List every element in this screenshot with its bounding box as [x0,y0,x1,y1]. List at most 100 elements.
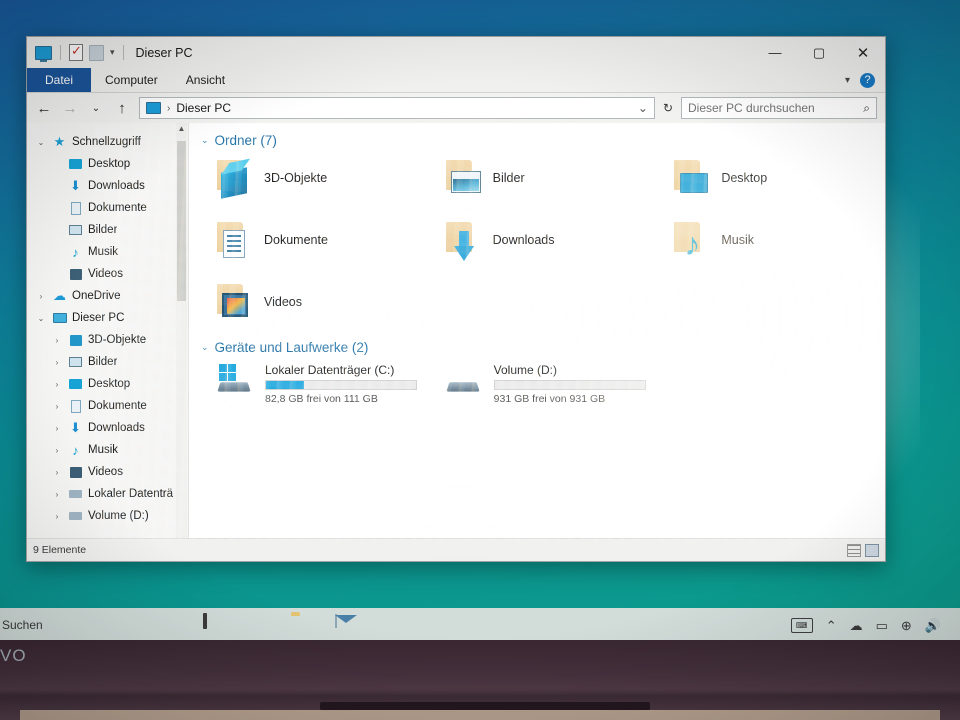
folder-tile[interactable]: Videos [199,278,428,326]
edge-icon[interactable] [247,615,267,635]
folder-tile[interactable]: 3D-Objekte [199,154,428,202]
scrollbar-thumb[interactable] [177,141,186,301]
sidebar-item-dokumente[interactable]: Dokumente⚲ [27,197,188,219]
sidebar-item-bilder[interactable]: › Bilder [27,351,188,373]
onedrive-icon[interactable]: ☁ [850,619,863,632]
sidebar-item-label: Schnellzugriff [72,136,141,148]
video-icon [68,268,83,280]
sidebar-item-schnellzugriff[interactable]: ⌄ ★ Schnellzugriff [27,131,188,153]
toolbar-separator-2 [122,45,124,60]
taskbar-search-label[interactable]: Suchen [2,618,43,632]
sidebar-item-desktop[interactable]: › Desktop [27,373,188,395]
desktop-icon [68,159,83,169]
tree-twisty-icon[interactable]: › [35,292,47,301]
sidebar-item-musik[interactable]: ♪ Musik [27,241,188,263]
battery-icon[interactable]: ▭ [876,619,888,632]
folder-tile[interactable]: ♪ Musik [656,216,885,264]
sidebar-item-dieser-pc[interactable]: ⌄ Dieser PC [27,307,188,329]
tree-twisty-icon[interactable]: › [51,380,63,389]
sidebar-item-desktop[interactable]: Desktop⚲ [27,153,188,175]
system-tray: ⌨ ⌃ ☁ ▭ ⊕ 🔊 [790,617,960,633]
minimize-button[interactable]: — [753,37,797,68]
folder-tile-label: Bilder [492,171,525,185]
file-explorer-icon[interactable] [291,615,311,635]
drive-tile[interactable]: Volume (D:) 931 GB frei von 931 GB [428,361,657,405]
folder-grid: 3D-Objekte Bilder Desktop Dokumente Download… [199,154,885,326]
customize-chevron-icon[interactable]: ▾ [110,47,115,58]
address-input[interactable]: › Dieser PC ⌄ [139,97,655,119]
navpane-scrollbar[interactable]: ▲ [176,123,187,538]
tab-ansicht[interactable]: Ansicht [172,68,239,92]
status-bar: 9 Elemente [27,538,885,561]
forward-button[interactable]: → [61,100,79,117]
tab-datei[interactable]: Datei [27,68,92,92]
drive-free-label: 82,8 GB frei von 111 GB [265,393,378,405]
tree-twisty-icon[interactable]: › [51,490,63,499]
search-box[interactable]: ⌕ [681,97,877,119]
maximize-button[interactable]: ▢ [797,37,841,68]
sidebar-item-downloads[interactable]: ⬇Downloads⚲ [27,175,188,197]
laptop-keyboard-deck [20,710,940,720]
task-view-icon[interactable] [202,613,223,635]
search-input[interactable] [688,101,864,115]
tree-twisty-icon[interactable]: › [51,424,63,433]
sidebar-item-dokumente[interactable]: › Dokumente [27,395,188,417]
folder-tile-label: 3D-Objekte [264,171,328,185]
tree-twisty-icon[interactable]: › [51,336,63,345]
address-dropdown-icon[interactable]: ⌄ [638,101,648,115]
sidebar-item-lokaler-datentr[interactable]: › Lokaler Datenträ [27,483,188,505]
folder-tile[interactable]: Bilder [428,154,657,202]
content-pane: ⌄ Ordner (7) 3D-Objekte Bilder Desktop Doku… [189,123,885,538]
folder-tile[interactable]: Dokumente [199,216,428,264]
sidebar-item-3d-objekte[interactable]: › 3D-Objekte [27,329,188,351]
quick-access-toolbar[interactable]: ▾ [35,43,126,62]
sidebar-item-onedrive[interactable]: › ☁ OneDrive [27,285,188,307]
folder-tile[interactable]: Downloads [428,216,657,264]
tree-twisty-icon[interactable]: ⌄ [35,314,47,323]
sidebar-item-volume-d[interactable]: › Volume (D:) [27,505,188,527]
sidebar-item-bilder[interactable]: Bilder⚲ [27,219,188,241]
network-icon[interactable]: ⊕ [901,619,912,632]
tree-twisty-icon[interactable]: › [51,512,63,521]
up-button[interactable]: ↑ [113,100,131,117]
tab-computer[interactable]: Computer [91,68,172,92]
drive-tile[interactable]: Lokaler Datenträger (C:) 82,8 GB frei von… [199,361,428,405]
large-icons-view-icon[interactable] [865,543,879,557]
group-twisty-icon-drives[interactable]: ⌄ [201,342,209,353]
mail-icon[interactable] [334,614,355,635]
back-button[interactable]: ← [35,100,53,117]
file-explorer-window: ▾ Dieser PC — ▢ ✕ Datei Computer Ansicht… [26,36,886,562]
search-icon[interactable]: ⌕ [863,101,870,116]
navigation-pane: ⌄★SchnellzugriffDesktop⚲⬇Downloads⚲Dokum… [27,123,189,538]
properties-icon[interactable] [69,43,83,61]
folders-group-header[interactable]: ⌄ Ordner (7) [201,133,885,148]
recent-locations-button[interactable]: ⌄ [87,103,105,114]
keyboard-layout-icon[interactable]: ⌨ [790,617,813,633]
new-folder-icon[interactable] [89,44,104,61]
sidebar-item-videos[interactable]: › Videos [27,461,188,483]
refresh-icon[interactable]: ↻ [663,101,673,115]
breadcrumb-path[interactable]: Dieser PC [176,101,231,115]
music-icon: ♪ [72,442,79,458]
group-twisty-icon[interactable]: ⌄ [201,135,209,146]
scroll-up-icon[interactable]: ▲ [176,124,187,133]
close-button[interactable]: ✕ [841,37,885,68]
tree-twisty-icon[interactable]: › [51,358,63,367]
document-icon [68,399,83,413]
sidebar-item-musik[interactable]: › ♪ Musik [27,439,188,461]
music-icon: ♪ [72,244,79,260]
tray-overflow-icon[interactable]: ⌃ [826,619,837,632]
drives-group-header[interactable]: ⌄ Geräte und Laufwerke (2) [201,340,885,355]
volume-icon[interactable]: 🔊 [925,619,941,632]
sidebar-item-downloads[interactable]: › ⬇ Downloads [27,417,188,439]
tree-twisty-icon[interactable]: ⌄ [35,138,47,147]
chevron-down-icon[interactable]: ▾ [845,75,850,86]
folder-tile[interactable]: Desktop [656,154,885,202]
tree-twisty-icon[interactable]: › [51,446,63,455]
tree-twisty-icon[interactable]: › [51,468,63,477]
tree-twisty-icon[interactable]: › [51,402,63,411]
help-icon[interactable]: ? [860,72,875,88]
details-view-icon[interactable] [847,543,861,557]
cloud-icon: ☁ [53,288,66,303]
sidebar-item-videos[interactable]: Videos [27,263,188,285]
